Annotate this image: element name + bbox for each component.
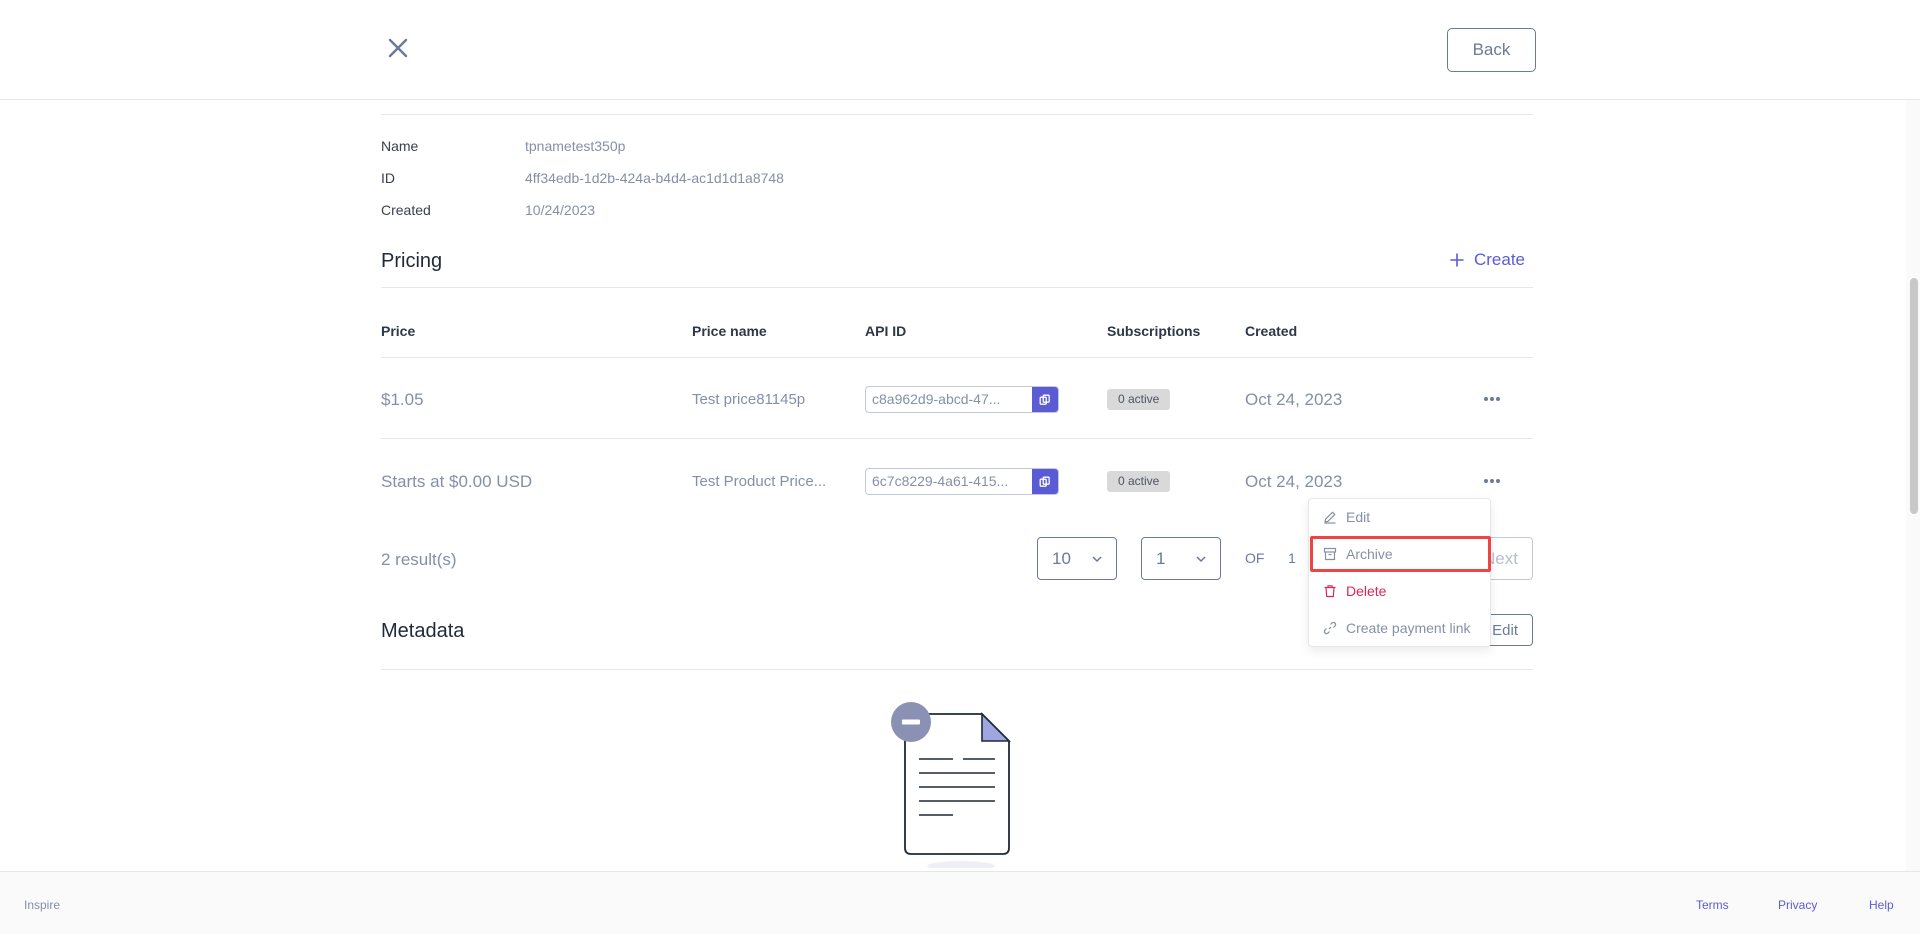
create-label: Create [1473,250,1525,269]
trash-icon [1324,585,1336,598]
footer-link-privacy[interactable]: Privacy [1778,898,1817,912]
row-created: Oct 24, 2023 [1245,472,1343,491]
more-horizontal-icon [1484,479,1500,483]
menu-item-create-payment-link[interactable]: Create payment link [1311,611,1490,645]
column-price: Price [381,323,416,339]
divider [381,357,1533,358]
api-id-value: c8a962d9-abcd-47... [872,391,1001,407]
menu-item-delete[interactable]: Delete [1311,574,1490,608]
column-api-id: API ID [865,323,907,339]
copy-button[interactable] [1032,387,1058,412]
empty-document-icon [891,702,1011,868]
menu-item-label: Archive [1346,546,1393,562]
row-created: Oct 24, 2023 [1245,390,1343,409]
archive-icon [1323,547,1337,561]
top-bar: Back [0,0,1920,100]
copy-icon [1039,394,1050,405]
pencil-icon [1324,511,1336,524]
column-created: Created [1245,323,1298,339]
of-label: OF [1245,550,1265,566]
id-label: ID [381,170,395,186]
back-button[interactable]: Back [1447,28,1536,72]
metadata-title: Metadata [381,620,465,642]
footer-link-terms[interactable]: Terms [1696,898,1729,912]
status-badge: 0 active [1107,471,1171,492]
footer-brand: Inspire [24,898,61,912]
page-value: 1 [1156,548,1166,568]
created-value: 10/24/2023 [525,202,596,218]
menu-item-edit[interactable]: Edit [1311,500,1490,534]
scrollbar-thumb[interactable] [1910,278,1918,514]
page-select[interactable]: 1 [1141,537,1221,580]
close-icon [388,38,408,58]
pricing-title: Pricing [381,250,443,272]
footer: Inspire Terms Privacy Help [0,871,1920,934]
row-actions-button[interactable] [1479,471,1505,491]
column-price-name: Price name [692,323,767,339]
menu-item-label: Delete [1346,583,1387,599]
row-actions-button[interactable] [1479,389,1505,409]
name-value: tpnametest350p [525,138,626,154]
footer-link-help[interactable]: Help [1869,898,1894,912]
row-price: Starts at $0.00 USD [381,472,533,491]
created-label: Created [381,202,431,218]
menu-item-label: Edit [1346,509,1371,525]
copy-icon [1039,476,1050,487]
link-icon [1323,621,1337,635]
plus-icon [1450,253,1464,267]
total-pages: 1 [1288,550,1296,566]
status-badge: 0 active [1107,389,1171,410]
api-id-field: 6c7c8229-4a61-415... [865,468,1059,495]
chevron-down-icon [1092,555,1102,562]
divider [381,669,1533,670]
divider [381,438,1533,439]
menu-item-label: Create payment link [1346,620,1471,636]
divider [381,287,1533,288]
menu-item-archive[interactable]: Archive [1310,536,1491,572]
page-size-value: 10 [1052,548,1071,568]
chevron-down-icon [1196,555,1206,562]
row-actions-menu: Edit Archive Delete Create payment link [1308,498,1491,647]
row-price-name: Test price81145p [692,391,806,408]
row-price-name: Test Product Price... [692,473,827,490]
results-count: 2 result(s) [381,550,457,569]
close-button[interactable] [383,33,413,63]
api-id-field: c8a962d9-abcd-47... [865,386,1059,413]
column-subscriptions: Subscriptions [1107,323,1201,339]
divider [381,114,1533,115]
api-id-value: 6c7c8229-4a61-415... [872,473,1009,489]
page-size-select[interactable]: 10 [1037,537,1117,580]
create-price-button[interactable]: Create [1450,250,1525,270]
id-value: 4ff34edb-1d2b-424a-b4d4-ac1d1d1a8748 [525,170,784,186]
copy-button[interactable] [1032,469,1058,494]
more-horizontal-icon [1484,397,1500,401]
row-price: $1.05 [381,390,424,409]
name-label: Name [381,138,419,154]
